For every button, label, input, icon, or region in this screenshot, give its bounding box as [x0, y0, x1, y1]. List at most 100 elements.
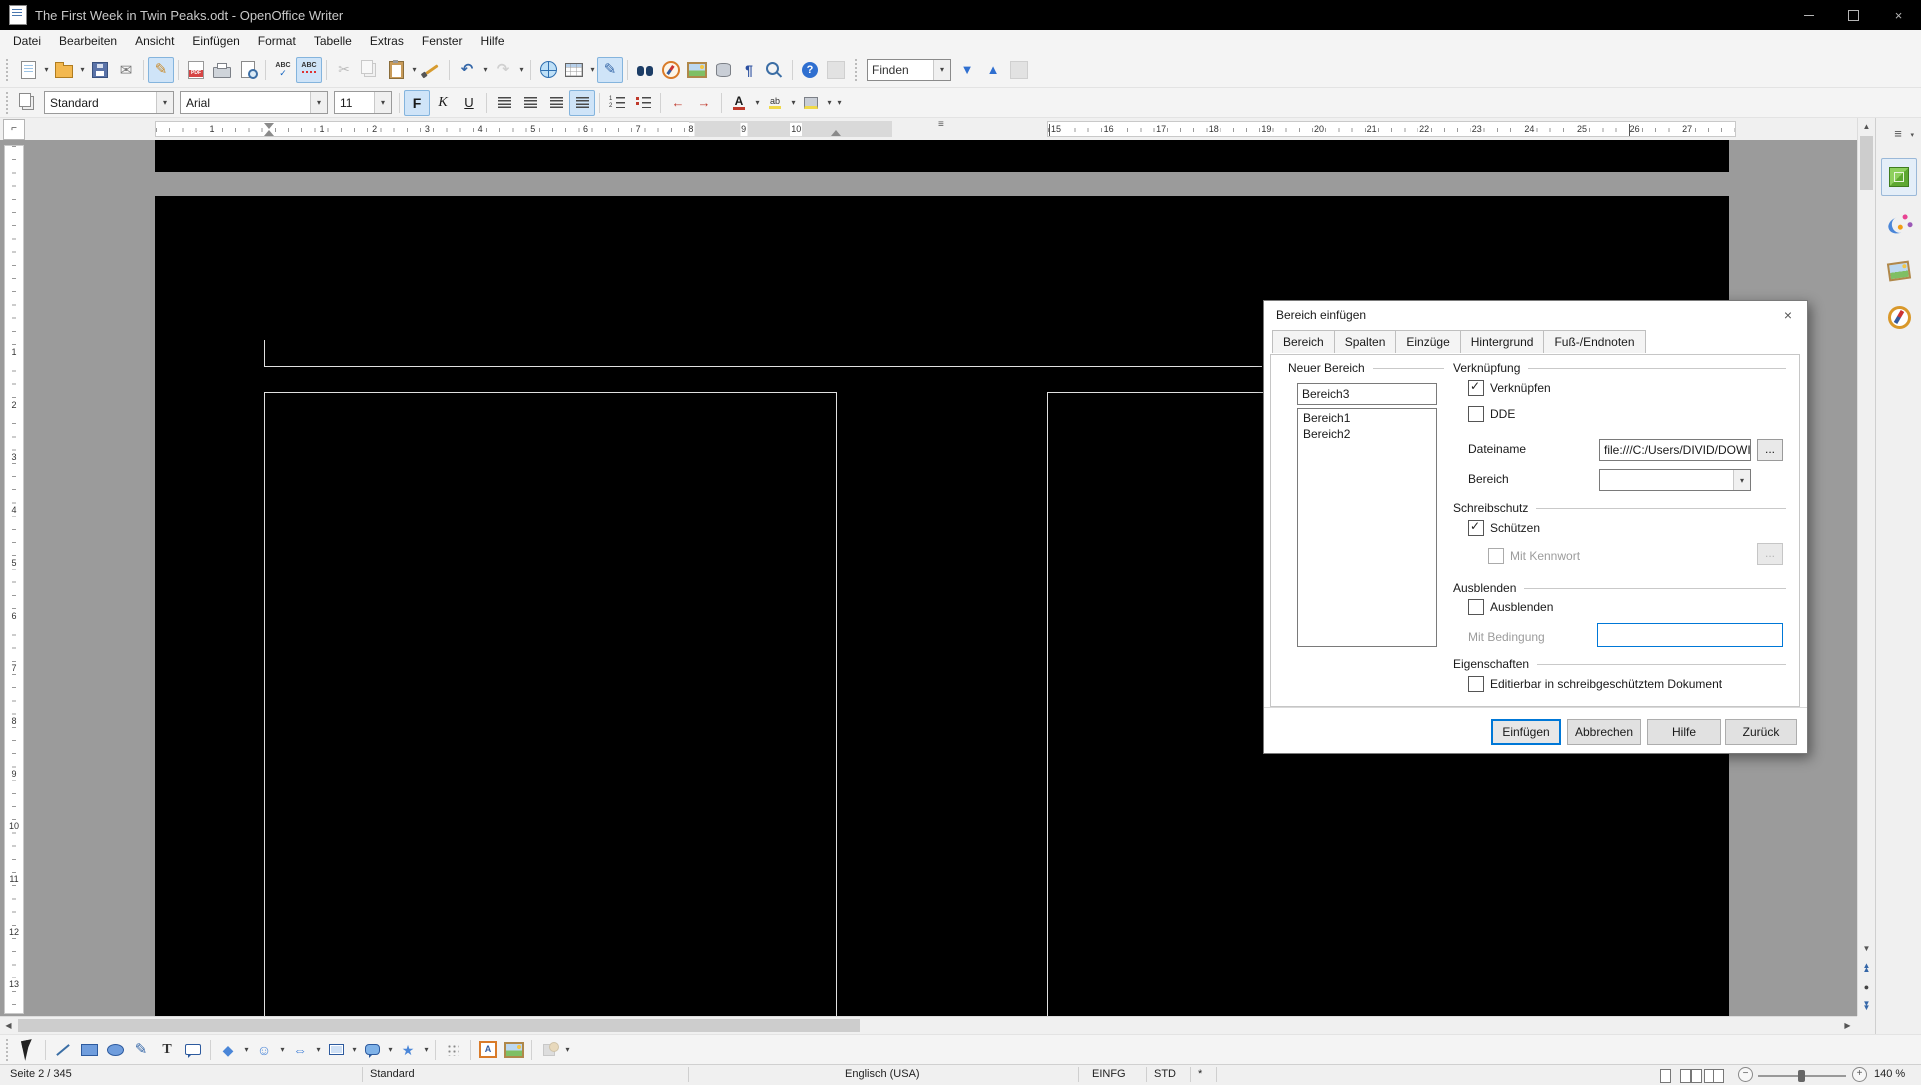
- justify-button[interactable]: [569, 90, 595, 116]
- spelling-button[interactable]: [270, 57, 296, 83]
- auto-spellcheck-button[interactable]: [296, 57, 322, 83]
- dialog-tab[interactable]: Fuß-/Endnoten: [1543, 330, 1645, 353]
- ellipse-tool-button[interactable]: [102, 1037, 128, 1063]
- page-indicator[interactable]: Seite 2 / 345: [10, 1068, 72, 1080]
- password-browse-button[interactable]: ...: [1757, 543, 1783, 565]
- toolbar-overflow-icon[interactable]: ▾: [563, 1045, 572, 1054]
- editable-checkbox-row[interactable]: Editierbar in schreibgeschütztem Dokumen…: [1468, 676, 1722, 692]
- dialog-title-bar[interactable]: Bereich einfügen: [1264, 301, 1807, 329]
- dialog-close-button[interactable]: ×: [1777, 306, 1799, 325]
- language-indicator[interactable]: Englisch (USA): [845, 1068, 920, 1080]
- single-page-view-button[interactable]: [1660, 1069, 1671, 1083]
- font-size-select[interactable]: 11 ▾: [334, 91, 392, 114]
- scrollbar-thumb[interactable]: [1860, 136, 1873, 190]
- section-list[interactable]: Bereich1Bereich2: [1297, 408, 1437, 647]
- chevron-down-icon[interactable]: ▾: [78, 65, 87, 74]
- styles-window-button[interactable]: [15, 90, 41, 116]
- extrusion-button[interactable]: [536, 1037, 562, 1063]
- find-previous-button[interactable]: ▲: [980, 57, 1006, 83]
- nonprinting-characters-button[interactable]: ¶: [736, 57, 762, 83]
- zoom-slider-thumb[interactable]: [1798, 1070, 1805, 1082]
- cancel-button[interactable]: Abbrechen: [1567, 719, 1641, 745]
- scroll-down-icon[interactable]: ▼: [1858, 940, 1875, 957]
- data-sources-button[interactable]: [710, 57, 736, 83]
- save-button[interactable]: [87, 57, 113, 83]
- bold-button[interactable]: F: [404, 90, 430, 116]
- sidebar-menu-icon[interactable]: ≡: [1884, 126, 1912, 144]
- close-button[interactable]: ×: [1876, 0, 1921, 30]
- sidebar-item-properties[interactable]: [1881, 158, 1917, 196]
- chevron-down-icon[interactable]: ▾: [374, 92, 391, 113]
- align-left-button[interactable]: [491, 90, 517, 116]
- help-button[interactable]: Hilfe: [1647, 719, 1721, 745]
- menu-item[interactable]: Fenster: [413, 31, 472, 51]
- increase-indent-button[interactable]: →: [691, 90, 717, 116]
- chevron-down-icon[interactable]: ▾: [310, 92, 327, 113]
- section-list-item[interactable]: Bereich2: [1298, 426, 1436, 442]
- show-draw-functions-button[interactable]: ✎: [597, 57, 623, 83]
- menu-item[interactable]: Bearbeiten: [50, 31, 126, 51]
- callouts-button[interactable]: [359, 1037, 385, 1063]
- page-preview-button[interactable]: [235, 57, 261, 83]
- chevron-down-icon[interactable]: ▾: [386, 1045, 395, 1054]
- hyperlink-button[interactable]: [535, 57, 561, 83]
- next-page-button[interactable]: ▼▼: [1858, 996, 1875, 1015]
- numbered-list-button[interactable]: [604, 90, 630, 116]
- align-center-button[interactable]: [517, 90, 543, 116]
- horizontal-ruler-right-page[interactable]: 15161718192021222324252627: [1047, 121, 1736, 137]
- protect-checkbox-row[interactable]: Schützen: [1468, 520, 1540, 536]
- chevron-down-icon[interactable]: ▾: [588, 65, 597, 74]
- menu-item[interactable]: Einfügen: [183, 31, 248, 51]
- from-file-button[interactable]: [501, 1037, 527, 1063]
- toolbar-grip[interactable]: [4, 92, 11, 114]
- hide-checkbox-row[interactable]: Ausblenden: [1468, 599, 1553, 615]
- text-frame-left[interactable]: [264, 392, 837, 1016]
- open-button[interactable]: [51, 57, 77, 83]
- modified-indicator[interactable]: *: [1198, 1068, 1202, 1080]
- format-paintbrush-button[interactable]: [419, 57, 445, 83]
- navigation-dot-button[interactable]: ●: [1858, 977, 1875, 996]
- link-checkbox[interactable]: [1468, 380, 1484, 396]
- find-input[interactable]: Finden ▾: [867, 59, 951, 81]
- editable-checkbox[interactable]: [1468, 676, 1484, 692]
- chevron-down-icon[interactable]: ▾: [422, 1045, 431, 1054]
- password-checkbox[interactable]: [1488, 548, 1504, 564]
- align-right-button[interactable]: [543, 90, 569, 116]
- scroll-left-icon[interactable]: ◀: [0, 1017, 17, 1034]
- hide-checkbox[interactable]: [1468, 599, 1484, 615]
- section-list-item[interactable]: Bereich1: [1298, 410, 1436, 426]
- copy-button[interactable]: [357, 57, 383, 83]
- horizontal-scrollbar[interactable]: ◀ ▶: [0, 1016, 1857, 1034]
- chevron-down-icon[interactable]: ▾: [278, 1045, 287, 1054]
- menu-item[interactable]: Extras: [361, 31, 413, 51]
- chevron-down-icon[interactable]: ▾: [825, 98, 834, 107]
- back-button[interactable]: Zurück: [1725, 719, 1797, 745]
- sidebar-item-gallery[interactable]: [1881, 252, 1917, 290]
- scroll-right-icon[interactable]: ▶: [1839, 1017, 1856, 1034]
- export-pdf-button[interactable]: [183, 57, 209, 83]
- insert-table-button[interactable]: [561, 57, 587, 83]
- new-document-button[interactable]: [15, 57, 41, 83]
- maximize-button[interactable]: [1831, 0, 1876, 30]
- font-color-button[interactable]: [726, 90, 752, 116]
- multi-page-view-button[interactable]: [1680, 1069, 1691, 1083]
- scrollbar-thumb[interactable]: [18, 1019, 860, 1032]
- toolbar-overflow-icon[interactable]: ▾: [835, 98, 844, 107]
- insert-mode-indicator[interactable]: EINFG: [1092, 1068, 1126, 1080]
- chevron-down-icon[interactable]: ▾: [242, 1045, 251, 1054]
- chevron-down-icon[interactable]: ▾: [753, 98, 762, 107]
- select-tool-button[interactable]: [15, 1037, 41, 1063]
- decrease-indent-button[interactable]: ←: [665, 90, 691, 116]
- toolbar-grip[interactable]: [4, 1039, 11, 1061]
- dialog-tab[interactable]: Hintergrund: [1460, 330, 1545, 353]
- chevron-down-icon[interactable]: ▾: [517, 65, 526, 74]
- chevron-down-icon[interactable]: ▾: [42, 65, 51, 74]
- paragraph-style-select[interactable]: Standard ▾: [44, 91, 174, 114]
- sidebar-item-navigator[interactable]: [1881, 298, 1917, 336]
- bullet-list-button[interactable]: [630, 90, 656, 116]
- tab-type-selector[interactable]: ⌐: [3, 119, 25, 140]
- chevron-down-icon[interactable]: ▾: [481, 65, 490, 74]
- vertical-ruler[interactable]: 12345678910111213: [4, 145, 24, 1014]
- chevron-down-icon[interactable]: ▾: [1733, 470, 1750, 490]
- freeform-line-button[interactable]: ✎: [128, 1037, 154, 1063]
